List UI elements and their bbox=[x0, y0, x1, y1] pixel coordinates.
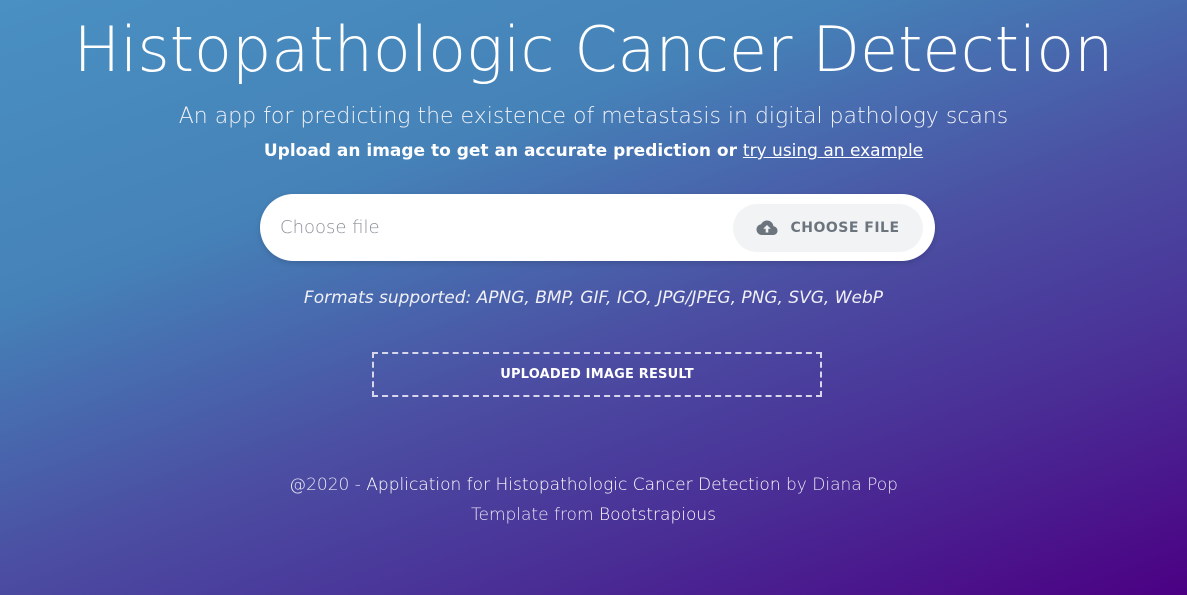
footer-author: by Diana Pop bbox=[786, 475, 898, 495]
page-title: Histopathologic Cancer Detection bbox=[73, 13, 1114, 86]
footer-template-text: Template from bbox=[470, 505, 594, 525]
file-input[interactable]: Choose file CHOOSE FILE bbox=[260, 194, 935, 261]
formats-supported: Formats supported: APNG, BMP, GIF, ICO, … bbox=[303, 288, 884, 308]
choose-file-button[interactable]: CHOOSE FILE bbox=[733, 204, 923, 252]
footer-copyright: @2020 - bbox=[289, 475, 361, 495]
footer-line-1: @2020 - Application for Histopathologic … bbox=[0, 470, 1187, 500]
footer-template-link[interactable]: Bootstrapious bbox=[599, 505, 716, 525]
footer: @2020 - Application for Histopathologic … bbox=[0, 470, 1187, 530]
file-input-placeholder: Choose file bbox=[280, 217, 380, 238]
upload-instructions: Upload an image to get an accurate predi… bbox=[0, 138, 1187, 164]
result-label: UPLOADED IMAGE RESULT bbox=[500, 367, 694, 382]
upload-prompt-text: Upload an image to get an accurate predi… bbox=[263, 141, 737, 161]
footer-app-link[interactable]: Application for Histopathologic Cancer D… bbox=[366, 475, 780, 495]
footer-line-2: Template from Bootstrapious bbox=[0, 500, 1187, 530]
page-subtitle: An app for predicting the existence of m… bbox=[178, 104, 1009, 129]
cloud-upload-icon bbox=[756, 220, 778, 235]
example-link[interactable]: try using an example bbox=[743, 141, 923, 161]
uploaded-image-result: UPLOADED IMAGE RESULT bbox=[372, 352, 822, 397]
choose-file-label: CHOOSE FILE bbox=[790, 220, 900, 236]
page: Histopathologic Cancer Detection An app … bbox=[0, 0, 1187, 595]
